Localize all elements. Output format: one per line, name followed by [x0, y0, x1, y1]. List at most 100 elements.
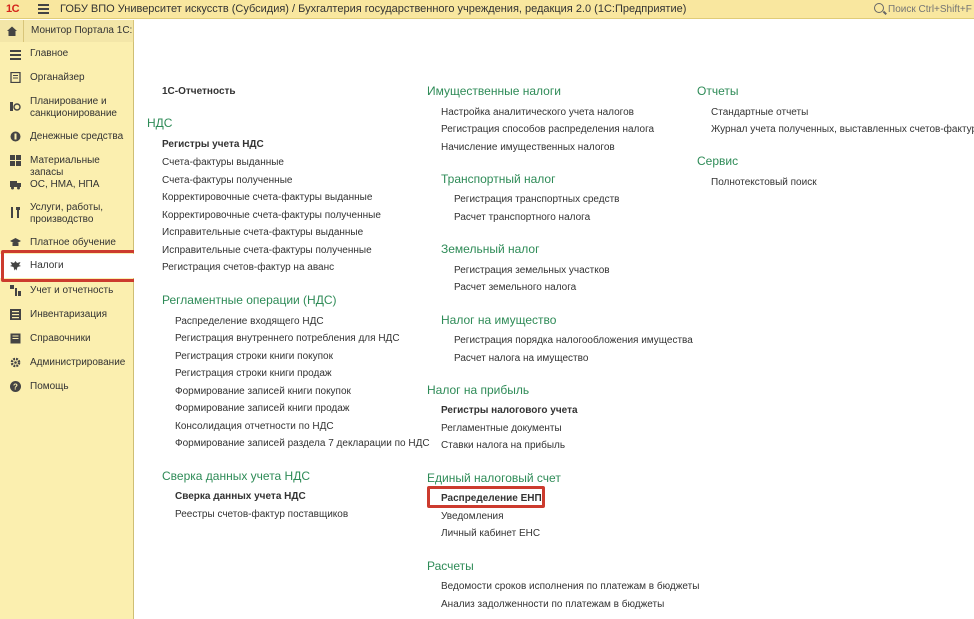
hamburger-menu-icon[interactable] — [38, 4, 49, 14]
tab-portal-monitor[interactable]: Монитор Портала 1С:ИТС — [24, 20, 134, 42]
section-transport-title: Транспортный налог — [441, 172, 556, 186]
search-icon — [874, 3, 884, 13]
sidebar-item-services[interactable]: Услуги, работы, производство — [0, 200, 134, 226]
link-reports-item[interactable]: Стандартные отчеты — [711, 107, 808, 118]
tools-icon — [11, 207, 20, 218]
sidebar-item-label: Учет и отчетность — [30, 285, 114, 296]
section-calc-title: Расчеты — [427, 559, 474, 573]
section-land-title: Земельный налог — [441, 242, 540, 256]
link-property-tax-item[interactable]: Настройка аналитического учета налогов — [441, 107, 634, 118]
highlight-enp-distribution — [427, 486, 545, 508]
sidebar-item-label: Денежные средства — [30, 131, 124, 142]
link-transport-item[interactable]: Расчет транспортного налога — [454, 212, 590, 223]
link-profit-item[interactable]: Ставки налога на прибыль — [441, 440, 565, 451]
link-ens-item[interactable]: Личный кабинет ЕНС — [441, 528, 540, 539]
link-fulltext-search[interactable]: Полнотекстовый поиск — [711, 177, 817, 188]
inventory-icon — [10, 309, 21, 320]
search-input[interactable] — [888, 2, 972, 17]
link-reg-ops-item[interactable]: Регистрация строки книги покупок — [175, 351, 333, 362]
sidebar-item-label: Помощь — [30, 381, 69, 392]
link-reg-ops-item[interactable]: Регистрация строки книги продаж — [175, 368, 332, 379]
sidebar-item-label: Планирование и санкционирование — [30, 96, 117, 119]
sidebar-item-organizer[interactable]: Органайзер — [0, 69, 134, 87]
link-nds-item[interactable]: Исправительные счета-фактуры полученные — [162, 245, 372, 256]
link-land-item[interactable]: Расчет земельного налога — [454, 282, 576, 293]
link-asset-item[interactable]: Регистрация порядка налогообложения имущ… — [454, 335, 693, 346]
link-nds-item[interactable]: Счета-фактуры полученные — [162, 175, 292, 186]
graduation-icon — [10, 238, 21, 246]
list-icon — [10, 50, 21, 60]
section-property-tax-title: Имущественные налоги — [427, 84, 561, 98]
money-icon — [10, 131, 21, 142]
link-nds-item[interactable]: Исправительные счета-фактуры выданные — [162, 227, 363, 238]
sidebar-item-fixed-assets[interactable]: ОС, НМА, НПА — [0, 176, 134, 194]
global-search[interactable] — [871, 2, 972, 17]
link-reg-ops-item[interactable]: Формирование записей раздела 7 деклараци… — [175, 438, 430, 449]
link-profit-item[interactable]: Регламентные документы — [441, 423, 562, 434]
sidebar: Главное Органайзер Планирование и санкци… — [0, 42, 134, 619]
sidebar-item-label: Платное обучение — [30, 237, 116, 248]
link-reg-ops-item[interactable]: Регистрация внутреннего потребления для … — [175, 333, 400, 344]
window-title: ГОБУ ВПО Университет искусств (Субсидия)… — [60, 3, 687, 15]
link-supplier-registers[interactable]: Реестры счетов-фактур поставщиков — [175, 509, 348, 520]
home-tab[interactable] — [0, 20, 24, 42]
link-reg-ops-item[interactable]: Формирование записей книги покупок — [175, 386, 351, 397]
link-property-tax-item[interactable]: Начисление имущественных налогов — [441, 142, 615, 153]
link-reports-item[interactable]: Журнал учета полученных, выставленных сч… — [711, 124, 974, 135]
sidebar-item-label: ОС, НМА, НПА — [30, 179, 100, 190]
report-icon — [10, 285, 21, 296]
link-property-tax-item[interactable]: Регистрация способов распределения налог… — [441, 124, 654, 135]
section-check-title: Сверка данных учета НДС — [162, 469, 311, 483]
link-1c-reporting[interactable]: 1С-Отчетность — [162, 86, 236, 97]
app-logo[interactable]: 1С — [6, 3, 20, 15]
planning-icon — [10, 102, 21, 111]
sidebar-item-accounting[interactable]: Учет и отчетность — [0, 282, 134, 300]
sidebar-item-label: Администрирование — [30, 357, 126, 368]
sidebar-item-label: Услуги, работы, производство — [30, 202, 104, 225]
sidebar-item-planning[interactable]: Планирование и санкционирование — [0, 94, 134, 120]
link-nds-item[interactable]: Регистрация счетов-фактур на аванс — [162, 262, 334, 273]
sidebar-item-cash[interactable]: Денежные средства — [0, 128, 134, 146]
sidebar-item-references[interactable]: Справочники — [0, 330, 134, 348]
link-nds-item[interactable]: Счета-фактуры выданные — [162, 157, 284, 168]
sidebar-item-inventory[interactable]: Инвентаризация — [0, 306, 134, 324]
link-asset-item[interactable]: Расчет налога на имущество — [454, 353, 588, 364]
link-reg-ops-item[interactable]: Формирование записей книги продаж — [175, 403, 350, 414]
section-service-title: Сервис — [697, 154, 739, 168]
link-nds-registers[interactable]: Регистры учета НДС — [162, 139, 264, 150]
title-bar: 1С ГОБУ ВПО Университет искусств (Субсид… — [0, 0, 974, 19]
link-reg-ops-item[interactable]: Консолидация отчетности по НДС — [175, 421, 334, 432]
link-check-nds[interactable]: Сверка данных учета НДС — [175, 491, 306, 502]
sidebar-item-main[interactable]: Главное — [0, 45, 134, 63]
link-calc-item[interactable]: Ведомости сроков исполнения по платежам … — [441, 581, 699, 592]
link-ens-item[interactable]: Уведомления — [441, 511, 504, 522]
help-icon: ? — [10, 381, 21, 392]
main-content: 1С-Отчетность НДС Регистры учета НДС Сче… — [134, 20, 974, 619]
link-reg-ops-item[interactable]: Распределение входящего НДС — [175, 316, 324, 327]
section-profit-title: Налог на прибыль — [427, 383, 530, 397]
sidebar-item-administration[interactable]: Администрирование — [0, 354, 134, 372]
link-tax-registers[interactable]: Регистры налогового учета — [441, 405, 578, 416]
sidebar-item-materials[interactable]: Материальные запасы — [0, 152, 134, 178]
sidebar-item-help[interactable]: ? Помощь — [0, 378, 134, 396]
grid-icon — [10, 155, 21, 166]
sidebar-item-label: Главное — [30, 48, 69, 59]
section-nds-title: НДС — [147, 116, 173, 130]
section-asset-title: Налог на имущество — [441, 313, 557, 327]
section-reports-title: Отчеты — [697, 84, 739, 98]
section-ens-title: Единый налоговый счет — [427, 471, 561, 485]
link-nds-item[interactable]: Корректировочные счета-фактуры полученны… — [162, 210, 381, 221]
sidebar-item-label: Справочники — [30, 333, 91, 344]
highlight-taxes — [1, 250, 137, 282]
section-reg-ops-title: Регламентные операции (НДС) — [162, 293, 337, 307]
link-land-item[interactable]: Регистрация земельных участков — [454, 265, 610, 276]
sidebar-item-label: Инвентаризация — [30, 309, 108, 320]
svg-text:?: ? — [13, 383, 18, 392]
link-nds-item[interactable]: Корректировочные счета-фактуры выданные — [162, 192, 372, 203]
gear-icon — [10, 357, 21, 368]
link-calc-item[interactable]: Анализ задолженности по платежам в бюдже… — [441, 599, 664, 610]
home-icon — [7, 26, 17, 36]
truck-icon — [10, 181, 21, 190]
link-transport-item[interactable]: Регистрация транспортных средств — [454, 194, 619, 205]
sidebar-item-label: Органайзер — [30, 72, 85, 83]
